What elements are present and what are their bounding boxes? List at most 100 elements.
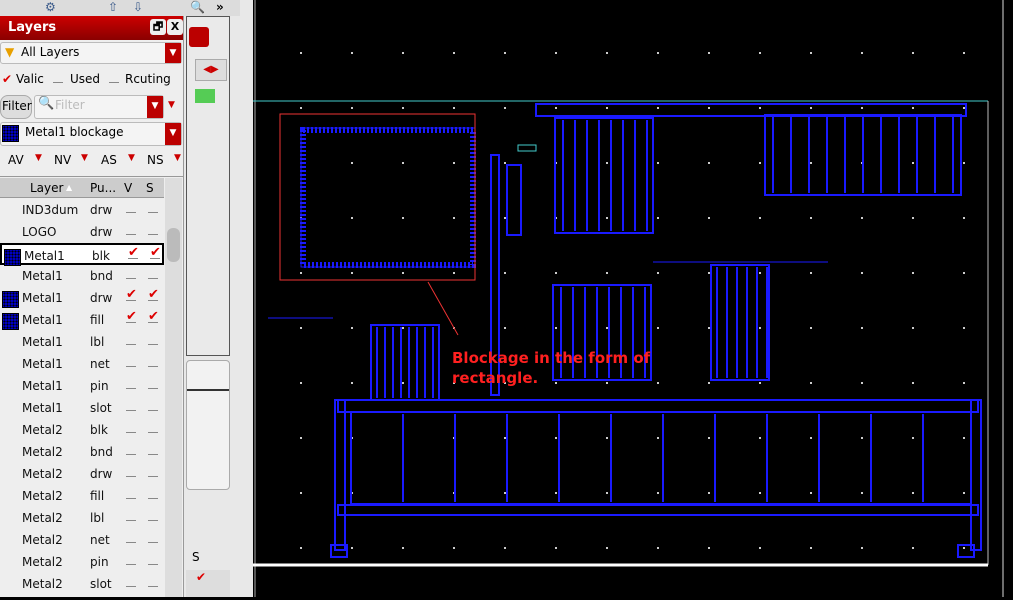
close-button[interactable]: X bbox=[167, 19, 183, 35]
grid-dot bbox=[453, 272, 455, 274]
layer-row[interactable]: LOGO drw bbox=[0, 221, 164, 243]
layer-row[interactable]: Metal2 lbl bbox=[0, 507, 164, 529]
visible-checkbox[interactable] bbox=[126, 445, 136, 455]
column-purpose[interactable]: Pu... bbox=[90, 181, 116, 195]
layer-row[interactable]: Metal2 blk bbox=[0, 419, 164, 441]
layer-row[interactable]: Metal1 blk ✔ ✔ bbox=[0, 243, 164, 266]
none-selectable-button[interactable]: NS bbox=[147, 153, 164, 167]
metal-block bbox=[554, 117, 654, 234]
visible-checkbox[interactable] bbox=[126, 379, 136, 389]
layer-row[interactable]: Metal2 slot bbox=[0, 573, 164, 595]
visible-checkbox[interactable] bbox=[126, 335, 136, 345]
selectable-checkbox[interactable] bbox=[148, 467, 158, 477]
layer-row[interactable]: Metal1 pin bbox=[0, 375, 164, 397]
visible-checkbox[interactable] bbox=[126, 203, 136, 213]
valid-checkbox[interactable]: ✔ bbox=[2, 72, 12, 86]
grid-dot bbox=[657, 52, 659, 54]
grid-dot bbox=[912, 272, 914, 274]
layer-swatch bbox=[2, 125, 19, 142]
arrow-up-icon[interactable]: ⇧ bbox=[108, 0, 118, 14]
grid-dot bbox=[402, 162, 404, 164]
selectable-checkbox[interactable] bbox=[148, 357, 158, 367]
selectable-checkbox[interactable] bbox=[148, 401, 158, 411]
selectable-checkbox[interactable] bbox=[148, 533, 158, 543]
visible-checkbox[interactable] bbox=[126, 511, 136, 521]
layer-row[interactable]: Metal1 bnd bbox=[0, 265, 164, 287]
visible-checkbox[interactable] bbox=[126, 401, 136, 411]
filter-funnel-icon: ▼ bbox=[5, 45, 15, 59]
filter-menu-arrow[interactable]: ▼ bbox=[168, 100, 175, 110]
visible-checkbox[interactable] bbox=[126, 533, 136, 543]
selectable-checkbox[interactable] bbox=[148, 577, 158, 587]
filter-button[interactable]: Filter bbox=[0, 95, 32, 119]
visible-checkbox[interactable]: ✔ bbox=[126, 310, 137, 323]
dropdown-button[interactable] bbox=[189, 27, 209, 47]
settings-icon[interactable]: ⚙ bbox=[45, 0, 56, 14]
layer-row[interactable]: Metal2 fill bbox=[0, 485, 164, 507]
layer-purpose: drw bbox=[90, 225, 113, 239]
layer-set-select[interactable]: ▼ All Layers ▼ bbox=[0, 42, 182, 64]
visible-checkbox[interactable] bbox=[126, 555, 136, 565]
column-layer[interactable]: Layer bbox=[30, 181, 63, 195]
all-selectable-button[interactable]: AS bbox=[101, 153, 117, 167]
chevron-down-icon: ▼ bbox=[147, 96, 163, 118]
column-selectable[interactable]: S bbox=[146, 181, 154, 195]
used-checkbox[interactable] bbox=[53, 82, 63, 83]
selectable-checkbox[interactable] bbox=[148, 489, 158, 499]
scrollbar-thumb[interactable] bbox=[167, 228, 180, 262]
selectable-checkbox[interactable] bbox=[148, 555, 158, 565]
nav-arrows[interactable]: ◀▶ bbox=[195, 59, 227, 81]
layer-row[interactable]: Metal2 drw bbox=[0, 463, 164, 485]
all-visible-button[interactable]: AV bbox=[8, 153, 24, 167]
visible-checkbox[interactable] bbox=[126, 225, 136, 235]
current-layer-select[interactable]: Metal1 blockage ▼ bbox=[0, 122, 182, 146]
column-s: S bbox=[192, 550, 200, 564]
table-scrollbar[interactable] bbox=[165, 178, 182, 597]
layer-row[interactable]: Metal1 fill ✔ ✔ bbox=[0, 309, 164, 331]
layer-row[interactable]: Metal2 bnd bbox=[0, 441, 164, 463]
layout-drawing[interactable] bbox=[253, 0, 1013, 597]
visible-checkbox[interactable] bbox=[126, 467, 136, 477]
routing-checkbox[interactable] bbox=[109, 82, 119, 83]
search-icon[interactable]: 🔍 bbox=[190, 0, 205, 14]
layout-canvas[interactable]: Blockage in the form of rectangle. bbox=[253, 0, 1013, 597]
selectable-checkbox[interactable] bbox=[148, 511, 158, 521]
selectable-checkbox[interactable] bbox=[148, 445, 158, 455]
layer-row[interactable]: Metal2 net bbox=[0, 529, 164, 551]
visible-checkbox[interactable] bbox=[126, 423, 136, 433]
grid-dot bbox=[606, 437, 608, 439]
selectable-checkbox[interactable] bbox=[148, 335, 158, 345]
more-button[interactable]: » bbox=[216, 0, 224, 14]
visible-checkbox[interactable] bbox=[126, 489, 136, 499]
grid-dot bbox=[657, 382, 659, 384]
visible-checkbox[interactable]: ✔ bbox=[126, 288, 137, 301]
selectable-checkbox[interactable] bbox=[148, 225, 158, 235]
grid-dot bbox=[300, 382, 302, 384]
layer-row[interactable]: Metal1 drw ✔ ✔ bbox=[0, 287, 164, 309]
filter-input[interactable]: 🔍 Filter ▼ bbox=[34, 95, 164, 119]
grid-dot bbox=[351, 327, 353, 329]
visible-checkbox[interactable] bbox=[126, 357, 136, 367]
layer-name: IND3dum bbox=[22, 203, 79, 217]
layer-row[interactable]: Metal1 net bbox=[0, 353, 164, 375]
selectable-checkbox[interactable] bbox=[148, 269, 158, 279]
selectable-checkbox[interactable] bbox=[148, 379, 158, 389]
grid-dot bbox=[657, 547, 659, 549]
visible-checkbox[interactable] bbox=[126, 269, 136, 279]
selectable-checkbox[interactable] bbox=[148, 423, 158, 433]
layer-row[interactable]: IND3dum drw bbox=[0, 199, 164, 221]
layer-row[interactable]: Metal1 lbl bbox=[0, 331, 164, 353]
selectable-checkbox[interactable] bbox=[148, 203, 158, 213]
selectable-checkbox[interactable]: ✔ bbox=[148, 288, 159, 301]
visible-checkbox[interactable] bbox=[126, 577, 136, 587]
selectable-checkbox[interactable]: ✔ bbox=[150, 246, 161, 259]
arrow-down-icon[interactable]: ⇩ bbox=[133, 0, 143, 14]
layer-row[interactable]: Metal1 slot bbox=[0, 397, 164, 419]
none-visible-button[interactable]: NV bbox=[54, 153, 71, 167]
grid-dot bbox=[861, 52, 863, 54]
selectable-checkbox[interactable]: ✔ bbox=[148, 310, 159, 323]
column-visible[interactable]: V bbox=[124, 181, 132, 195]
float-button[interactable]: 🗗 bbox=[150, 19, 166, 35]
visible-checkbox[interactable]: ✔ bbox=[128, 246, 139, 259]
layer-row[interactable]: Metal2 pin bbox=[0, 551, 164, 573]
